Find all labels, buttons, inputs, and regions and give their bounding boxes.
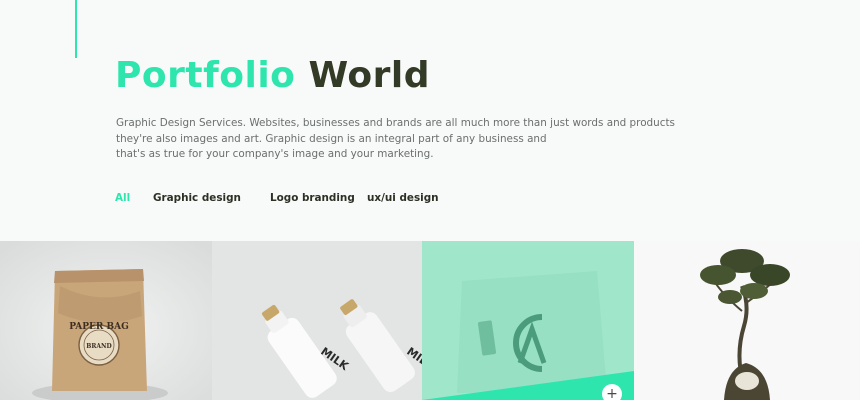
- filter-all[interactable]: All: [115, 191, 130, 205]
- plus-icon[interactable]: +: [602, 384, 622, 400]
- paper-bag-text: PAPER BAG: [69, 322, 129, 332]
- gallery-item-bonsai[interactable]: [634, 241, 860, 400]
- gallery-item-paper-bag[interactable]: PAPER BAG BRAND: [0, 241, 212, 400]
- page-title: Portfolio World: [115, 56, 430, 96]
- title-accent-word: Portfolio: [115, 55, 296, 96]
- gallery-item-milk-bottles[interactable]: MILK MILK: [212, 241, 422, 400]
- description-line: they're also images and art. Graphic des…: [116, 132, 547, 145]
- logo-bag-image: [422, 241, 634, 400]
- filter-graphic-design[interactable]: Graphic design: [153, 191, 241, 205]
- milk-bottle-text: MILK: [404, 345, 422, 373]
- filter-logo-branding[interactable]: Logo branding: [270, 191, 355, 205]
- portfolio-gallery: PAPER BAG BRAND MILK MILK +: [0, 241, 860, 400]
- description-line: that's as true for your company's image …: [116, 148, 434, 160]
- title-word: World: [308, 55, 430, 96]
- milk-bottle-labels: MILK MILK: [318, 345, 422, 373]
- portfolio-page: Portfolio World Graphic Design Services.…: [0, 0, 860, 400]
- description-line: Graphic Design Services. Websites, busin…: [116, 117, 675, 129]
- brand-badge-text: BRAND: [86, 343, 111, 350]
- bonsai-image: [634, 241, 860, 400]
- gallery-item-logo-bag[interactable]: +: [422, 241, 634, 400]
- milk-bottle-text: MILK: [318, 345, 351, 373]
- accent-line: [75, 0, 77, 58]
- filter-ux-ui-design[interactable]: ux/ui design: [367, 191, 439, 205]
- portfolio-description: Graphic Design Services. Websites, busin…: [116, 116, 676, 163]
- paper-bag-labels: PAPER BAG BRAND: [69, 322, 129, 350]
